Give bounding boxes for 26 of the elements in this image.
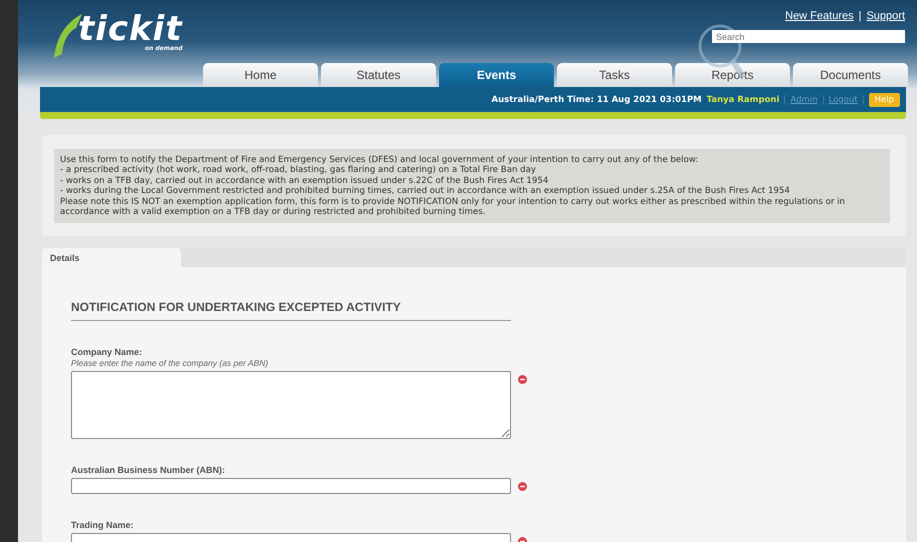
notice-text: Please note this IS NOT an exemption application form, this form is to provide NOTIFICATION only for your intention to carry out works either as prescribed within the regulations or in accordance with a valid exemption on a TFB day or during restricted and prohibited burning times. [60, 196, 846, 218]
header-link[interactable]: New Features [785, 10, 854, 22]
nav-tab[interactable]: Reports [675, 63, 790, 87]
field-label: Australian Business Number (ABN): [71, 465, 226, 476]
logo-text: tickit [78, 14, 183, 44]
link-separator: | [858, 10, 862, 22]
form-heading: NOTIFICATION FOR UNDERTAKING EXCEPTED ACTIVITY [71, 300, 511, 322]
header-link[interactable]: Support [866, 10, 905, 22]
nav-tab[interactable]: Tasks [557, 63, 672, 87]
field-hint: Please enter the name of the company (as per ABN) [71, 358, 270, 368]
nav-tab[interactable]: Home [203, 63, 318, 87]
details-tab[interactable]: Details [42, 248, 181, 268]
input-field[interactable] [71, 478, 511, 494]
field-label: Trading Name: [71, 520, 135, 530]
notice-text: - a prescribed activity (hot work, road work, off-road, blasting, gas flaring and catering) on a Total Fire Ban day [60, 165, 537, 176]
nav-tab[interactable]: Events [439, 63, 554, 87]
search-field[interactable]: Search [712, 30, 905, 43]
nav-tab[interactable]: Documents [793, 63, 908, 87]
user-name: Tanya Ramponi [706, 94, 780, 104]
notice-text: - works during the Local Government restricted and prohibited burning times, carried out in accordance with an exemption issued under s.25A of the Bush Fires Act 1954 [60, 186, 791, 197]
notice-text: - works on a TFB day, carried out in accordance with an exemption issued under s.22C of the Bush Fires Act 1954 [60, 176, 550, 186]
field-label: Company Name: [71, 347, 144, 358]
time-text: Australia/Perth Time: 11 Aug 2021 03:01PM [492, 94, 702, 104]
notice-text: Use this form to notify the Department of Fire and Emergency Services (DFES) and local government of your intention to carry out any of the below: [60, 155, 700, 166]
text-area[interactable] [71, 371, 511, 440]
nav-tab[interactable]: Statutes [321, 63, 436, 87]
